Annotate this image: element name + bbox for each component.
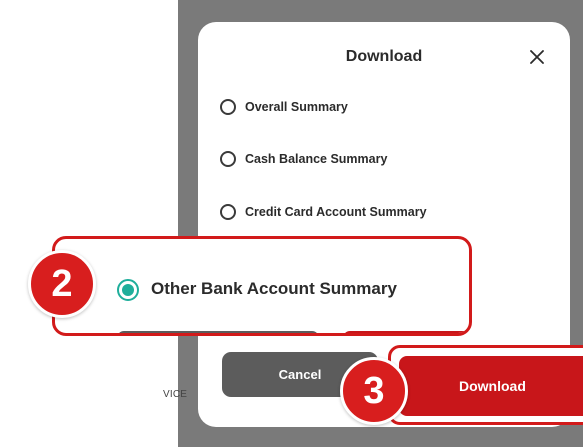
option-label: Cash Balance Summary [245,152,388,166]
radio-unselected[interactable] [220,151,236,167]
download-button-peek [343,331,469,333]
close-button[interactable] [524,44,550,70]
step-badge-2: 2 [28,250,96,318]
footer-text-fragment: VICE [163,389,188,400]
highlight-download-button: Download [388,345,583,425]
option-credit-card-account-summary[interactable]: Credit Card Account Summary [220,204,427,220]
option-cash-balance-summary[interactable]: Cash Balance Summary [220,151,387,167]
radio-selected[interactable] [117,279,139,301]
download-button-label: Download [459,378,526,394]
radio-unselected[interactable] [220,204,236,220]
option-other-bank-account-summary[interactable]: Other Bank Account Summary [151,279,397,299]
dialog-title: Download [345,48,423,65]
step-badge-3: 3 [340,357,408,425]
option-overall-summary[interactable]: Overall Summary [220,99,348,115]
option-label: Overall Summary [245,100,348,114]
highlight-other-bank-option: Other Bank Account Summary [52,236,472,336]
close-icon [530,50,544,64]
download-button[interactable]: Download [399,356,583,416]
option-label: Credit Card Account Summary [245,205,427,219]
radio-unselected[interactable] [220,99,236,115]
cancel-button-peek [117,331,319,333]
